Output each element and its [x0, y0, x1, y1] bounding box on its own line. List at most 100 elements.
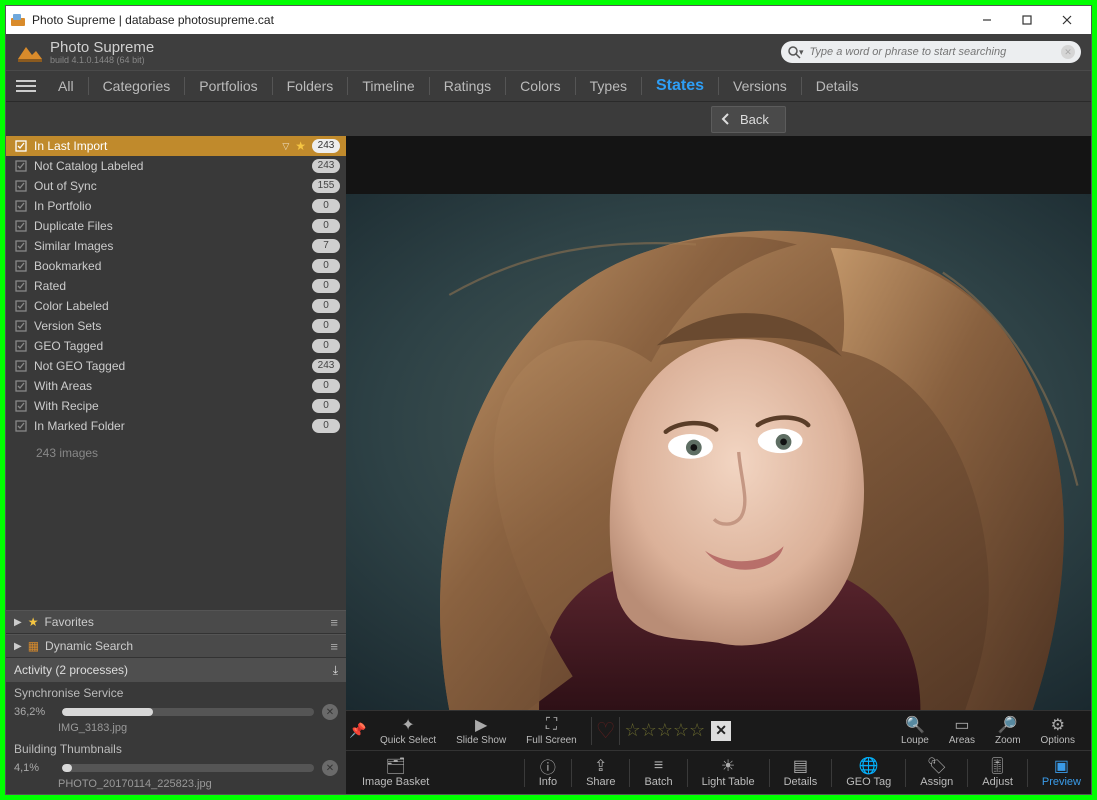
sidebar-item-label: Rated [34, 279, 306, 293]
maximize-button[interactable] [1007, 6, 1047, 34]
process-1-file: IMG_3183.jpg [6, 722, 346, 738]
sidebar-item-not-geo-tagged[interactable]: Not GEO Tagged 243 [6, 356, 346, 376]
star-icon: ★ [295, 139, 306, 153]
light-table-button[interactable]: ☀Light Table [692, 751, 765, 794]
chevron-down-icon: ▽ [282, 141, 289, 152]
back-button[interactable]: Back [711, 106, 786, 133]
pin-icon[interactable]: 📌 [346, 722, 370, 739]
light-table-icon: ☀ [721, 757, 735, 775]
sidebar-item-in-last-import[interactable]: In Last Import▽★243 [6, 136, 346, 156]
sidebar-item-label: In Portfolio [34, 199, 306, 213]
areas-button[interactable]: ▭Areas [939, 711, 985, 750]
process-1-bar [62, 708, 314, 716]
tab-colors[interactable]: Colors [506, 71, 574, 101]
chevron-left-icon [720, 113, 732, 125]
clear-search-icon[interactable]: ✕ [1061, 45, 1075, 59]
checkbox-icon [14, 399, 28, 413]
dynamic-search-panel[interactable]: ▶ ▦ Dynamic Search ≡ [6, 634, 346, 658]
checkbox-icon [14, 179, 28, 193]
sidebar-item-duplicate-files[interactable]: Duplicate Files0 [6, 216, 346, 236]
sidebar-item-with-areas[interactable]: With Areas0 [6, 376, 346, 396]
sidebar-item-out-of-sync[interactable]: Out of Sync155 [6, 176, 346, 196]
sidebar-item-bookmarked[interactable]: Bookmarked0 [6, 256, 346, 276]
batch-button[interactable]: ≡Batch [634, 751, 682, 794]
process-1-cancel[interactable]: ✕ [322, 704, 338, 720]
sidebar-item-label: Duplicate Files [34, 219, 306, 233]
process-1-name: Synchronise Service [6, 682, 346, 702]
favorite-heart[interactable]: ♡ [596, 718, 616, 744]
sidebar-item-similar-images[interactable]: Similar Images7 [6, 236, 346, 256]
tab-types[interactable]: Types [576, 71, 641, 101]
sidebar-item-with-recipe[interactable]: With Recipe0 [6, 396, 346, 416]
quick-select-icon: ✦ [401, 716, 414, 734]
adjust-button[interactable]: 🎚Adjust [972, 751, 1023, 794]
rating-stars[interactable]: ☆☆☆☆☆ [624, 720, 705, 741]
sidebar-item-label: Not GEO Tagged [34, 359, 306, 373]
info-button[interactable]: ⓘInfo [529, 751, 567, 794]
tab-folders[interactable]: Folders [273, 71, 348, 101]
full-screen-button[interactable]: ⛶Full Screen [516, 711, 587, 750]
assign-button[interactable]: 🏷Assign [910, 751, 963, 794]
sidebar-item-version-sets[interactable]: Version Sets0 [6, 316, 346, 336]
loupe-icon: 🔍 [905, 716, 925, 734]
count-badge: 243 [312, 359, 340, 373]
sidebar-item-rated[interactable]: Rated 0 [6, 276, 346, 296]
count-badge: 0 [312, 279, 340, 293]
sidebar-item-label: Color Labeled [34, 299, 306, 313]
checkbox-icon [14, 339, 28, 353]
sidebar-item-in-marked-folder[interactable]: In Marked Folder0 [6, 416, 346, 436]
sidebar-item-geo-tagged[interactable]: GEO Tagged0 [6, 336, 346, 356]
favorites-label: Favorites [44, 615, 93, 629]
hamburger-button[interactable] [16, 80, 36, 92]
app-name: Photo Supreme [50, 40, 154, 55]
sidebar-item-not-catalog-labeled[interactable]: Not Catalog Labeled243 [6, 156, 346, 176]
tab-categories[interactable]: Categories [89, 71, 185, 101]
activity-header[interactable]: Activity (2 processes) ⤓ [6, 658, 346, 682]
tab-versions[interactable]: Versions [719, 71, 801, 101]
checkbox-icon [14, 319, 28, 333]
checkbox-icon [14, 299, 28, 313]
close-button[interactable] [1047, 6, 1087, 34]
search-input[interactable] [804, 46, 1061, 58]
tab-states[interactable]: States [642, 71, 718, 101]
process-2-cancel[interactable]: ✕ [322, 760, 338, 776]
process-2-pct: 4,1% [14, 762, 54, 774]
reject-button[interactable]: ✕ [711, 721, 731, 741]
collapse-icon[interactable]: ⤓ [333, 663, 338, 678]
tag-icon: 🏷 [927, 757, 947, 775]
count-badge: 243 [312, 139, 340, 153]
slide-show-button[interactable]: ▶Slide Show [446, 711, 516, 750]
search-bar[interactable]: ▾ ✕ [781, 41, 1081, 63]
geo-tag-button[interactable]: 🌐GEO Tag [836, 751, 901, 794]
loupe-button[interactable]: 🔍Loupe [891, 711, 939, 750]
tab-portfolios[interactable]: Portfolios [185, 71, 271, 101]
sidebar-item-color-labeled[interactable]: Color Labeled0 [6, 296, 346, 316]
tab-details[interactable]: Details [802, 71, 873, 101]
quick-select-button[interactable]: ✦Quick Select [370, 711, 446, 750]
basket-icon: 🗂 [385, 757, 405, 775]
favorites-panel[interactable]: ▶ ★ Favorites ≡ [6, 610, 346, 634]
process-2-name: Building Thumbnails [6, 738, 346, 758]
titlebar: Photo Supreme | database photosupreme.ca… [6, 6, 1091, 34]
tab-ratings[interactable]: Ratings [430, 71, 505, 101]
details-button[interactable]: ▤Details [774, 751, 828, 794]
process-2-bar [62, 764, 314, 772]
image-count: 243 images [6, 436, 346, 470]
sidebar-item-label: Similar Images [34, 239, 306, 253]
menu-icon[interactable]: ≡ [330, 615, 338, 630]
star-icon: ★ [28, 615, 39, 629]
count-badge: 0 [312, 339, 340, 353]
dynamic-search-label: Dynamic Search [45, 639, 133, 653]
preview-button[interactable]: ▣Preview [1032, 751, 1091, 794]
options-button[interactable]: ⚙Options [1031, 711, 1085, 750]
menu-icon[interactable]: ≡ [330, 639, 338, 654]
minimize-button[interactable] [967, 6, 1007, 34]
sidebar-item-in-portfolio[interactable]: In Portfolio 0 [6, 196, 346, 216]
image-viewer[interactable] [346, 194, 1091, 710]
tab-all[interactable]: All [44, 71, 88, 101]
zoom-button[interactable]: 🔎Zoom [985, 711, 1031, 750]
count-badge: 0 [312, 199, 340, 213]
image-basket-button[interactable]: 🗂Image Basket [346, 751, 439, 794]
tab-timeline[interactable]: Timeline [348, 71, 428, 101]
share-button[interactable]: ⇪Share [576, 751, 625, 794]
